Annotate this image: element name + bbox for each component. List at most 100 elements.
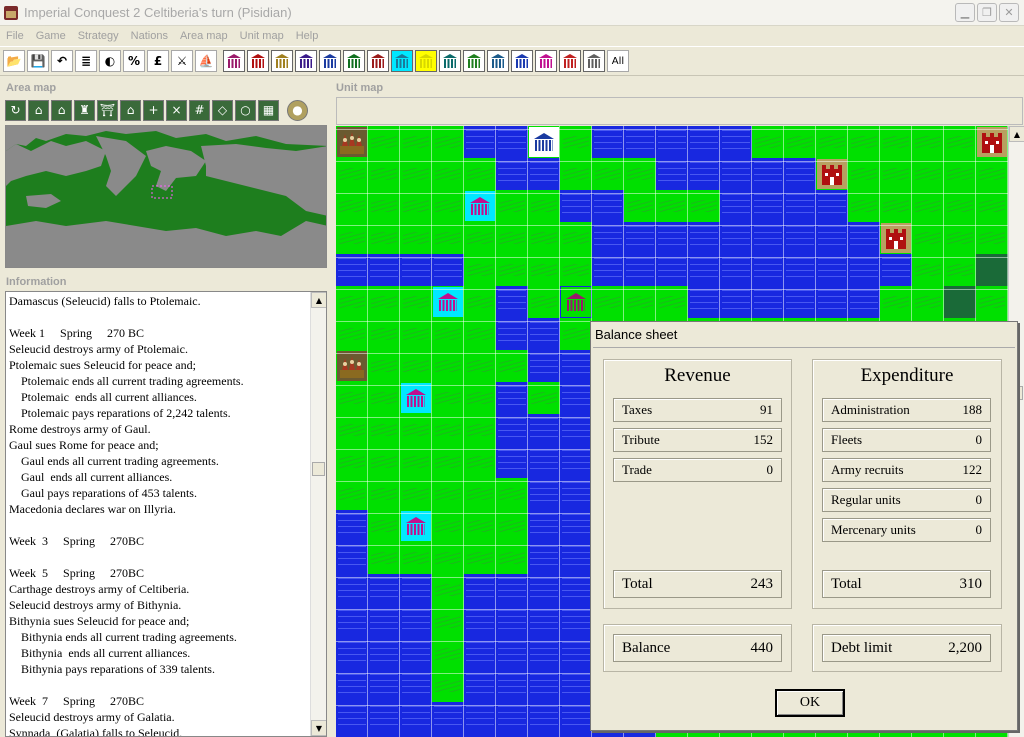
sea-tile[interactable] [816, 254, 848, 286]
sea-tile[interactable] [560, 606, 592, 638]
nation-button-12[interactable] [487, 50, 509, 72]
sea-tile[interactable] [336, 606, 368, 638]
sea-tile[interactable] [816, 190, 848, 222]
nation-button-3[interactable] [271, 50, 293, 72]
area-tool-2[interactable]: ⌂ [28, 99, 49, 121]
sea-tile[interactable] [560, 542, 592, 574]
land-tile[interactable] [432, 222, 464, 254]
land-tile[interactable] [368, 158, 400, 190]
land-tile[interactable] [432, 638, 464, 670]
land-tile[interactable] [624, 158, 656, 190]
land-tile[interactable] [848, 126, 880, 158]
sea-tile[interactable] [336, 254, 368, 286]
land-tile[interactable] [368, 414, 400, 446]
land-tile[interactable] [464, 222, 496, 254]
land-tile[interactable] [368, 350, 400, 382]
sea-tile[interactable] [496, 126, 528, 158]
land-tile[interactable] [592, 158, 624, 190]
menu-help[interactable]: Help [290, 30, 325, 42]
undo-button[interactable]: ↶ [51, 50, 73, 72]
land-tile[interactable] [944, 254, 976, 286]
area-tool-8[interactable]: × [166, 99, 187, 121]
open-button[interactable]: 📂 [3, 50, 25, 72]
sea-tile[interactable] [592, 126, 624, 158]
land-tile[interactable] [848, 190, 880, 222]
land-tile[interactable] [560, 254, 592, 286]
land-tile[interactable] [528, 286, 560, 318]
land-tile[interactable] [976, 286, 1008, 318]
save-button[interactable]: 💾 [27, 50, 49, 72]
sea-tile[interactable] [624, 126, 656, 158]
sea-tile[interactable] [624, 254, 656, 286]
nation-button-14[interactable] [535, 50, 557, 72]
city-unit[interactable] [401, 383, 431, 413]
river-tile[interactable] [944, 286, 976, 318]
sea-tile[interactable] [368, 670, 400, 702]
nation-button-11[interactable] [463, 50, 485, 72]
land-tile[interactable] [944, 158, 976, 190]
land-tile[interactable] [496, 254, 528, 286]
land-tile[interactable] [912, 190, 944, 222]
land-tile[interactable] [528, 254, 560, 286]
land-tile[interactable] [528, 190, 560, 222]
sea-tile[interactable] [528, 414, 560, 446]
sea-tile[interactable] [848, 286, 880, 318]
area-tool-12[interactable]: ▦ [258, 99, 279, 121]
sea-tile[interactable] [752, 254, 784, 286]
land-tile[interactable] [496, 542, 528, 574]
land-tile[interactable] [464, 350, 496, 382]
land-tile[interactable] [432, 414, 464, 446]
land-tile[interactable] [400, 478, 432, 510]
sea-tile[interactable] [528, 574, 560, 606]
land-tile[interactable] [336, 446, 368, 478]
sea-tile[interactable] [880, 254, 912, 286]
land-tile[interactable] [848, 158, 880, 190]
menu-file[interactable]: File [0, 30, 30, 42]
area-tool-11[interactable]: ○ [235, 99, 256, 121]
sea-tile[interactable] [752, 222, 784, 254]
sea-tile[interactable] [560, 510, 592, 542]
map-scroll-up-arrow-icon[interactable]: ▲ [1009, 126, 1024, 142]
land-tile[interactable] [368, 478, 400, 510]
fort-unit[interactable] [881, 223, 911, 253]
land-tile[interactable] [560, 222, 592, 254]
sea-tile[interactable] [336, 574, 368, 606]
land-tile[interactable] [368, 542, 400, 574]
sea-tile[interactable] [496, 702, 528, 734]
sea-tile[interactable] [720, 190, 752, 222]
land-tile[interactable] [400, 222, 432, 254]
land-tile[interactable] [400, 350, 432, 382]
nation-button-13[interactable] [511, 50, 533, 72]
scroll-down-arrow-icon[interactable]: ▼ [311, 720, 326, 736]
sea-tile[interactable] [560, 638, 592, 670]
scroll-up-arrow-icon[interactable]: ▲ [311, 292, 326, 308]
menu-unit-map[interactable]: Unit map [234, 30, 290, 42]
land-tile[interactable] [336, 414, 368, 446]
land-tile[interactable] [464, 382, 496, 414]
nation-button-16[interactable] [583, 50, 605, 72]
sea-tile[interactable] [784, 222, 816, 254]
land-tile[interactable] [784, 126, 816, 158]
sea-tile[interactable] [336, 702, 368, 734]
land-tile[interactable] [432, 670, 464, 702]
scroll-thumb[interactable] [312, 462, 325, 476]
area-tool-1[interactable]: ↻ [5, 99, 26, 121]
menu-game[interactable]: Game [30, 30, 72, 42]
sea-tile[interactable] [496, 670, 528, 702]
land-tile[interactable] [432, 158, 464, 190]
land-tile[interactable] [368, 382, 400, 414]
sea-tile[interactable] [848, 222, 880, 254]
land-tile[interactable] [432, 574, 464, 606]
land-tile[interactable] [528, 222, 560, 254]
sea-tile[interactable] [752, 286, 784, 318]
sea-tile[interactable] [720, 222, 752, 254]
sea-tile[interactable] [464, 126, 496, 158]
land-tile[interactable] [560, 126, 592, 158]
nation-button-15[interactable] [559, 50, 581, 72]
ship-button[interactable]: ⛵ [195, 50, 217, 72]
sea-tile[interactable] [528, 318, 560, 350]
sea-tile[interactable] [560, 190, 592, 222]
land-tile[interactable] [368, 190, 400, 222]
land-tile[interactable] [368, 222, 400, 254]
land-tile[interactable] [912, 222, 944, 254]
